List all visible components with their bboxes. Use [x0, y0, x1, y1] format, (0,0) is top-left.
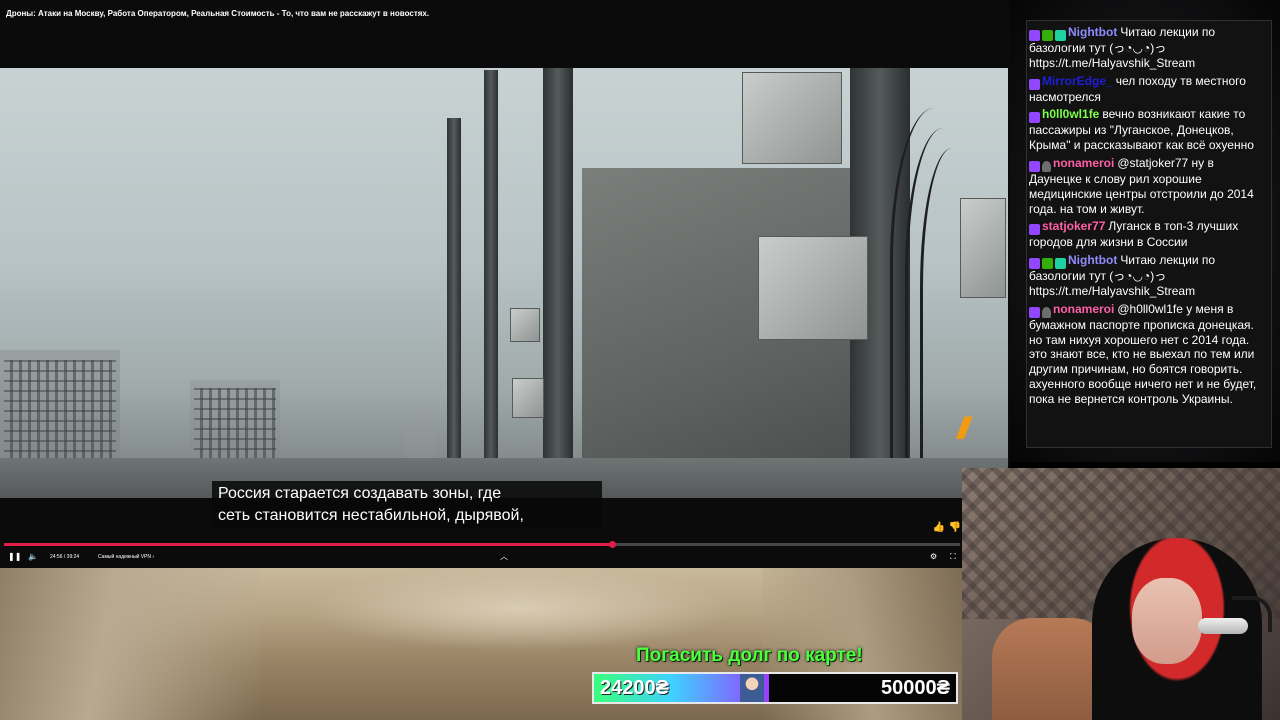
volume-icon[interactable]: 🔈	[28, 551, 38, 563]
mod-badge-icon: mod	[1042, 258, 1053, 270]
chat-username[interactable]: nonameroi	[1053, 156, 1114, 170]
progress-fill	[4, 543, 613, 546]
goal-current: 24200₴	[600, 677, 669, 699]
fullscreen-icon[interactable]: ⛶	[950, 551, 956, 563]
player-controls: ❚❚ 🔈 24:56 / 39:24 Самый надежный VPN › …	[0, 549, 962, 565]
donation-goal-bar: 24200₴ 50000₴	[592, 672, 958, 704]
time-display: 24:56 / 39:24	[50, 554, 80, 560]
cell-tower	[484, 70, 498, 498]
cell-tower	[447, 118, 461, 498]
chat-message: twitchmodbotNightbotЧитаю лекции по базо…	[1029, 25, 1269, 71]
thumbs-down-icon[interactable]: 👎	[948, 521, 962, 535]
gear-icon[interactable]: ⚙	[930, 551, 937, 563]
hell-badge-icon: hell	[1042, 306, 1051, 318]
progress-scrubber[interactable]	[609, 541, 617, 548]
twitch-badge-icon: twitch	[1029, 306, 1040, 318]
twitch-badge-icon: twitch	[1029, 160, 1040, 172]
twitch-badge-icon: twitch	[1029, 224, 1040, 236]
mod-badge-icon: mod	[1042, 30, 1053, 41]
chat-text: @h0ll0wl1fe у меня в бумажном паспорте п…	[1029, 301, 1257, 406]
chat-message: twitchhellnonameroi@h0ll0wl1fe у меня в …	[1029, 302, 1269, 407]
goal-avatar	[740, 674, 764, 702]
twitch-badge-icon: twitch	[1029, 112, 1040, 124]
chat-username[interactable]: nonameroi	[1053, 302, 1114, 316]
thumbs-up-icon[interactable]: 👍	[932, 521, 946, 535]
chat-username[interactable]: statjoker77	[1042, 219, 1105, 233]
channel-logo-icon: ///	[956, 412, 970, 445]
chat-username[interactable]: Nightbot	[1068, 25, 1117, 39]
chat-username[interactable]: h0ll0wl1fe	[1042, 107, 1099, 121]
subtitle-line: Россия старается создавать зоны, где	[218, 485, 502, 502]
video-player[interactable]: Дроны: Атаки на Москву, Работа Операторо…	[0, 0, 1010, 568]
webcam-overlay	[962, 468, 1280, 720]
snow-bank	[0, 568, 260, 720]
chat-message: twitchhellnonameroi@statjoker77 ну в Дау…	[1029, 156, 1269, 216]
chat-message: twitchh0ll0wl1feвечно возникают какие то…	[1029, 107, 1269, 153]
telecom-cabinet	[512, 378, 544, 418]
stream-layout: Дроны: Атаки на Москву, Работа Операторо…	[0, 0, 1280, 720]
bot-badge-icon: bot	[1055, 30, 1066, 41]
subtitle-box: Россия старается создавать зоны, где сет…	[212, 481, 602, 529]
microphone-icon	[1198, 618, 1248, 634]
goal-title: Погасить долг по карте!	[636, 645, 863, 666]
twitch-badge-icon: twitch	[1029, 30, 1040, 41]
chapter-label: Самый надежный VPN	[98, 554, 152, 560]
chat-messages[interactable]: twitchmodbotNightbotЧитаю лекции по базо…	[1026, 20, 1272, 448]
twitch-badge-icon: twitch	[1029, 258, 1040, 270]
video-frame[interactable]: ///	[0, 68, 1008, 498]
telecom-cabinet	[510, 308, 540, 342]
chat-username[interactable]: Nightbot	[1068, 253, 1117, 267]
chat-panel: twitchmodbotNightbotЧитаю лекции по базо…	[1010, 0, 1280, 462]
video-title: Дроны: Атаки на Москву, Работа Операторо…	[6, 9, 430, 18]
hell-badge-icon: hell	[1042, 160, 1051, 172]
streamer-face	[1132, 578, 1202, 664]
subtitle-line: сеть становится нестабильной, дырявой,	[218, 507, 524, 524]
chapter-button[interactable]: Самый надежный VPN ›	[98, 551, 154, 563]
pause-icon[interactable]: ❚❚	[8, 551, 21, 563]
telecom-cabinet	[742, 72, 842, 164]
chevron-up-icon[interactable]: ︿	[500, 551, 508, 563]
telecom-cabinet	[758, 236, 868, 340]
chat-message: twitchMirrorEdge_чел походу тв местного …	[1029, 74, 1269, 105]
progress-bar[interactable]	[4, 541, 960, 548]
utility-pole	[543, 68, 573, 498]
chat-message: twitchmodbotNightbotЧитаю лекции по базо…	[1029, 253, 1269, 299]
chat-username[interactable]: MirrorEdge_	[1042, 74, 1113, 88]
chevron-right-icon: ›	[152, 554, 155, 560]
goal-target: 50000₴	[881, 677, 950, 699]
twitch-badge-icon: twitch	[1029, 78, 1040, 90]
chat-message: twitchstatjoker77Луганск в топ-3 лучших …	[1029, 219, 1269, 250]
bot-badge-icon: bot	[1055, 258, 1066, 270]
